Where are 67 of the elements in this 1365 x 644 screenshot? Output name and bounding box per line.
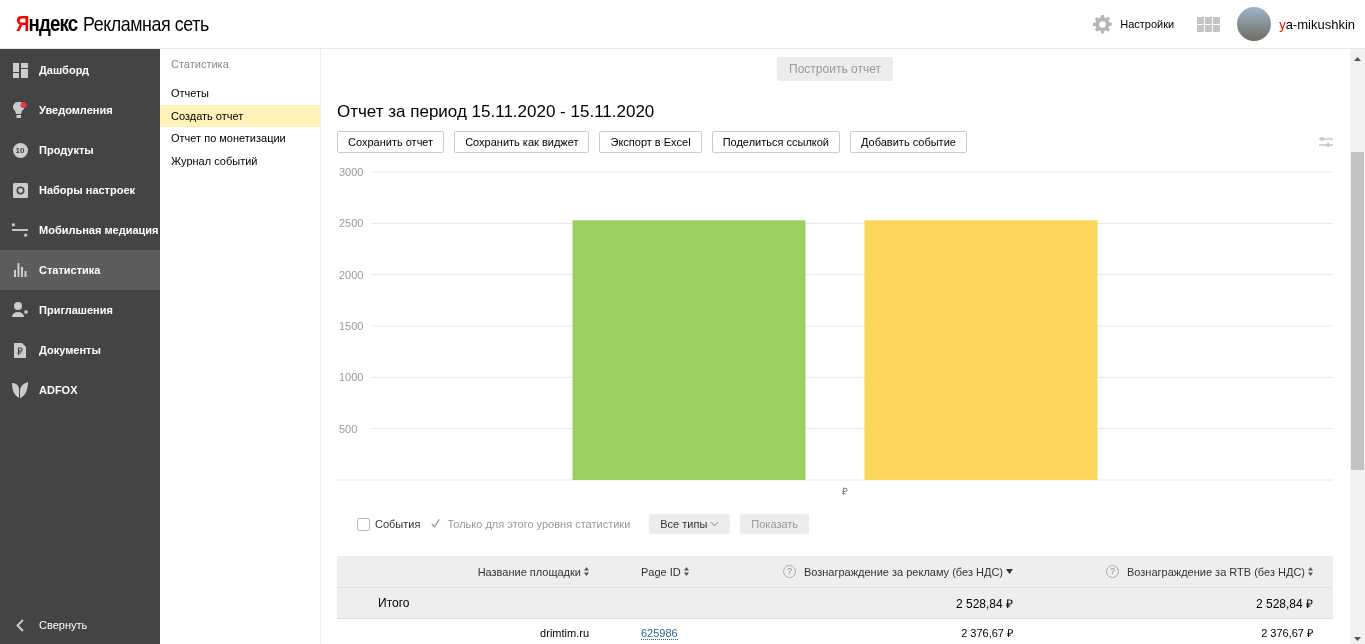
sort-icon[interactable] (683, 567, 689, 576)
scrollbar[interactable] (1350, 49, 1365, 644)
brand-logo[interactable]: Яндекс (16, 11, 78, 37)
table-cell-text: Итого (377, 596, 411, 610)
bar-chart-icon (13, 263, 27, 277)
lightbulb-icon (13, 101, 27, 119)
sidebar-item[interactable]: 10 Продукты (0, 130, 160, 170)
collapse-button[interactable]: Свернуть (0, 610, 160, 644)
report-title: Отчет за период 15.11.2020 - 15.11.2020 (337, 102, 656, 122)
chevron-down-icon (710, 521, 720, 527)
check-icon (430, 518, 442, 530)
sliders-icon[interactable] (1319, 136, 1333, 148)
y-axis-label: 1500 (339, 320, 364, 332)
settings-icon (12, 182, 28, 198)
table-cell-text: 2 376,67 ₽ (960, 626, 1014, 640)
action-button[interactable]: Сохранить как виджет (454, 131, 590, 153)
sidebar-item[interactable]: Документы (0, 330, 160, 370)
sort-desc-icon[interactable] (1006, 569, 1013, 574)
sidebar-item[interactable]: Наборы настроек (0, 170, 160, 210)
add-user-icon (12, 302, 28, 318)
sidebar-item[interactable]: Приглашения (0, 290, 160, 330)
leaf-icon (12, 382, 28, 398)
y-axis-label: 1000 (339, 371, 364, 384)
subnav-item[interactable]: Создать отчет (160, 104, 320, 127)
user-login[interactable]: ya-mikushkin (1279, 16, 1355, 32)
avatar-photo-placeholder[interactable] (1237, 7, 1272, 41)
scroll-thumb[interactable] (1351, 152, 1364, 470)
scroll-up-icon[interactable] (1354, 57, 1361, 61)
sidebar-item[interactable]: ADFOX (0, 370, 160, 410)
subnav-item[interactable]: Отчет по монетизации (160, 127, 320, 150)
sort-icon[interactable] (1308, 567, 1313, 576)
subnav-item[interactable]: Журнал событий (160, 149, 320, 172)
sidebar-item[interactable]: Статистика (0, 250, 160, 290)
table-cell-text: 2 528,84 ₽ (954, 595, 1014, 612)
x-axis-label: ₽ (842, 486, 848, 497)
page-id-link[interactable]: 625986 (641, 626, 678, 640)
column-header[interactable]: Название площадки (337, 565, 597, 578)
table-cell-text: drimtim.ru (539, 626, 590, 639)
action-button[interactable]: Экспорт в Excel (599, 131, 702, 153)
column-header[interactable]: ? Вознаграждение за рекламу (без НДС) (697, 565, 1027, 578)
sliders-icon (12, 223, 28, 237)
y-axis-label: 2000 (339, 268, 364, 281)
dashboard-icon (12, 62, 28, 78)
table-cell-text: 2 376,67 ₽ (1260, 626, 1314, 640)
action-button[interactable]: Сохранить отчет (337, 131, 445, 153)
y-axis-label: 3000 (339, 166, 364, 178)
action-button[interactable]: Поделиться ссылкой (711, 131, 840, 153)
sidebar-item[interactable]: Уведомления (0, 90, 160, 130)
document-icon (14, 342, 26, 358)
y-axis-label: 500 (339, 422, 358, 435)
column-header[interactable]: ? Вознаграждение за RTB (без НДС) (1027, 565, 1333, 578)
scroll-down-icon[interactable] (1354, 637, 1361, 641)
sidebar-item[interactable]: Мобильная медиация (0, 210, 160, 250)
sidebar-item[interactable]: Дашборд (0, 50, 160, 90)
chevron-left-icon (16, 618, 24, 632)
settings-link[interactable]: Настройки (1120, 18, 1175, 30)
events-checkbox[interactable]: События (357, 517, 421, 531)
count-badge: 10 (12, 142, 28, 158)
y-axis-label: 2500 (339, 217, 364, 230)
type-dropdown[interactable]: Все типы (649, 514, 731, 534)
section-title: Статистика (170, 58, 230, 72)
column-header[interactable]: Page ID (597, 565, 697, 578)
sort-icon[interactable] (584, 567, 589, 576)
product-name: Рекламная сеть (83, 12, 210, 36)
subnav-item[interactable]: Отчеты (160, 82, 320, 105)
table-cell-text: 2 528,84 ₽ (1254, 595, 1314, 612)
action-button[interactable]: Добавить событие (850, 131, 967, 153)
